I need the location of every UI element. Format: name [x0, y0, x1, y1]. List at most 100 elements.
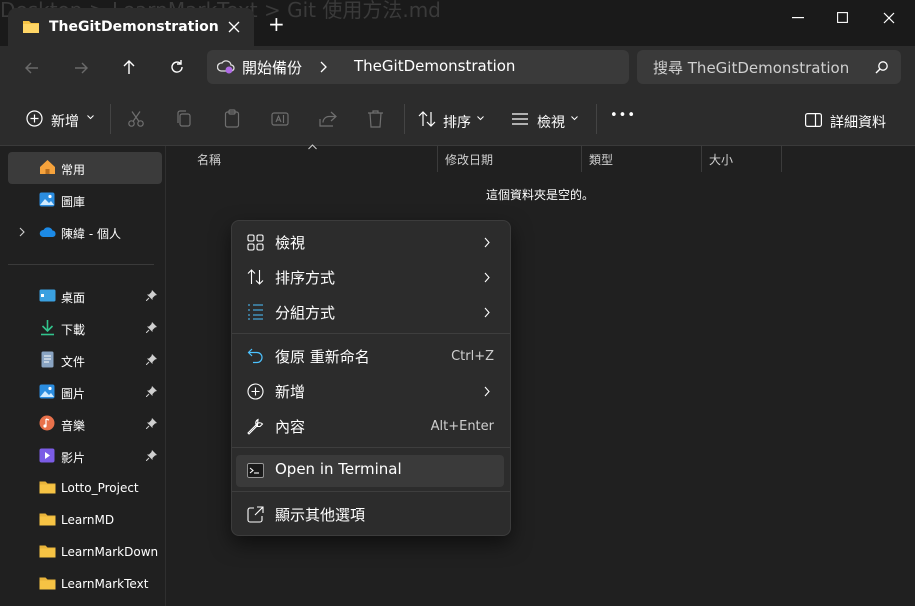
sidebar-item-learnmd[interactable]: LearnMD [8, 504, 162, 536]
menu-item-open-in-terminal[interactable]: Open in Terminal [236, 455, 504, 487]
new-button[interactable]: 新增 [20, 104, 98, 134]
wrench-icon [247, 418, 264, 435]
pin-icon[interactable] [146, 386, 157, 397]
sidebar-item-learnmarktext[interactable]: LearnMarkText [8, 568, 162, 600]
search-icon[interactable] [875, 60, 889, 74]
context-menu: 檢視 排序方式 分組方式 復原 重新命名 Ctrl+Z 新增 內容 Alt+En… [231, 220, 511, 536]
forward-icon[interactable] [73, 60, 89, 76]
grid-icon [247, 234, 264, 251]
menu-separator [232, 447, 510, 448]
command-bar: 新增 排序 檢視 ••• 詳細資料 [0, 92, 915, 146]
share-icon[interactable] [319, 110, 337, 128]
pictures-icon [39, 384, 55, 399]
paste-icon[interactable] [223, 109, 241, 128]
sidebar-item-label: 音樂 [61, 419, 86, 433]
sidebar-item-videos[interactable]: 影片 [8, 440, 162, 472]
menu-item-show-more-options[interactable]: 顯示其他選項 [236, 499, 504, 531]
column-divider[interactable] [701, 146, 702, 172]
cut-icon[interactable] [127, 110, 145, 128]
menu-item-group-by[interactable]: 分組方式 [236, 297, 504, 329]
sidebar-item-label: 圖庫 [61, 195, 86, 209]
more-button[interactable]: ••• [610, 108, 636, 123]
sidebar-item-music[interactable]: 音樂 [8, 408, 162, 440]
menu-item-sort-by[interactable]: 排序方式 [236, 262, 504, 294]
sidebar-item-gallery[interactable]: 圖庫 [8, 184, 162, 216]
sort-icon [247, 269, 264, 285]
tab-bar: Desktop > LearnMarkText > Git 使用方法.md Th… [0, 0, 915, 46]
search-input[interactable]: 搜尋 TheGitDemonstration [637, 50, 901, 84]
documents-icon [41, 351, 54, 368]
sort-button[interactable]: 排序 [413, 104, 495, 134]
column-divider[interactable] [781, 146, 782, 172]
new-tab-button[interactable]: + [268, 14, 285, 34]
copy-icon[interactable] [175, 110, 193, 128]
more-options-icon [247, 506, 264, 523]
menu-item-label: Open in Terminal [275, 460, 402, 478]
back-icon[interactable] [24, 60, 40, 76]
menu-item-new[interactable]: 新增 [236, 376, 504, 408]
chevron-right-icon[interactable] [19, 227, 25, 237]
sidebar-item-lotto-project[interactable]: Lotto_Project [8, 472, 162, 504]
toolbar-divider [596, 104, 597, 134]
column-divider[interactable] [437, 146, 438, 172]
sidebar-item-pictures[interactable]: 圖片 [8, 376, 162, 408]
details-pane-button[interactable]: 詳細資料 [798, 104, 898, 134]
sidebar-item-onedrive[interactable]: 陳緯 - 個人 [8, 216, 162, 248]
download-icon [40, 319, 55, 336]
menu-item-shortcut: Alt+Enter [430, 419, 494, 434]
details-label: 詳細資料 [830, 115, 886, 131]
sidebar-item-desktop[interactable]: 桌面 [8, 280, 162, 312]
column-header-name[interactable]: 名稱 [197, 151, 221, 175]
close-tab-icon[interactable] [227, 20, 241, 34]
menu-item-undo-rename[interactable]: 復原 重新命名 Ctrl+Z [236, 341, 504, 373]
menu-separator [232, 491, 510, 492]
menu-item-label: 復原 重新命名 [275, 348, 370, 366]
rename-icon[interactable] [271, 110, 289, 128]
breadcrumb-backup[interactable]: 開始備份 [242, 57, 302, 78]
column-divider[interactable] [581, 146, 582, 172]
sidebar-item-label: 桌面 [61, 291, 86, 305]
sidebar-item-learnmarkdown[interactable]: LearnMarkDown [8, 536, 162, 568]
chevron-down-icon [477, 116, 484, 121]
sidebar-item-label: LearnMarkText [61, 577, 149, 591]
column-header-size[interactable]: 大小 [709, 151, 733, 175]
sidebar-item-home[interactable]: 常用 [8, 152, 162, 184]
view-button[interactable]: 檢視 [507, 104, 587, 134]
sidebar-item-label: Lotto_Project [61, 481, 139, 495]
menu-item-label: 顯示其他選項 [275, 506, 366, 524]
up-icon[interactable] [121, 59, 137, 75]
menu-item-view[interactable]: 檢視 [236, 227, 504, 259]
chevron-right-icon [484, 237, 490, 248]
undo-icon [247, 348, 264, 364]
folder-icon [39, 544, 56, 558]
column-header-date[interactable]: 修改日期 [445, 151, 493, 175]
onedrive-icon [39, 226, 57, 238]
breadcrumb-folder[interactable]: TheGitDemonstration [354, 57, 515, 75]
sort-arrow-icon [308, 144, 317, 150]
menu-item-label: 排序方式 [275, 269, 336, 287]
sidebar-item-documents[interactable]: 文件 [8, 344, 162, 376]
pin-icon[interactable] [146, 450, 157, 461]
toolbar-divider [110, 104, 111, 134]
navigation-pane: 常用 圖庫 陳緯 - 個人 桌面 下載 文件 圖片 音樂 影片 Lotto_Pr… [0, 146, 166, 606]
music-icon [39, 415, 55, 431]
minimize-icon[interactable] [792, 17, 804, 19]
pin-icon[interactable] [146, 418, 157, 429]
sidebar-item-downloads[interactable]: 下載 [8, 312, 162, 344]
chevron-right-icon [484, 386, 490, 397]
close-window-icon[interactable] [883, 12, 895, 24]
column-header-type[interactable]: 類型 [589, 151, 613, 175]
navigation-bar: 開始備份 TheGitDemonstration 搜尋 TheGitDemons… [0, 46, 915, 92]
tab-active[interactable]: TheGitDemonstration [8, 8, 254, 46]
sidebar-item-label: 文件 [61, 355, 86, 369]
view-label: 檢視 [537, 115, 565, 131]
delete-icon[interactable] [367, 109, 384, 128]
maximize-icon[interactable] [837, 12, 848, 23]
sort-label: 排序 [443, 115, 471, 131]
pin-icon[interactable] [146, 322, 157, 333]
pin-icon[interactable] [146, 354, 157, 365]
refresh-icon[interactable] [169, 59, 185, 75]
address-bar[interactable]: 開始備份 TheGitDemonstration [207, 50, 629, 84]
pin-icon[interactable] [146, 290, 157, 301]
menu-item-properties[interactable]: 內容 Alt+Enter [236, 411, 504, 443]
